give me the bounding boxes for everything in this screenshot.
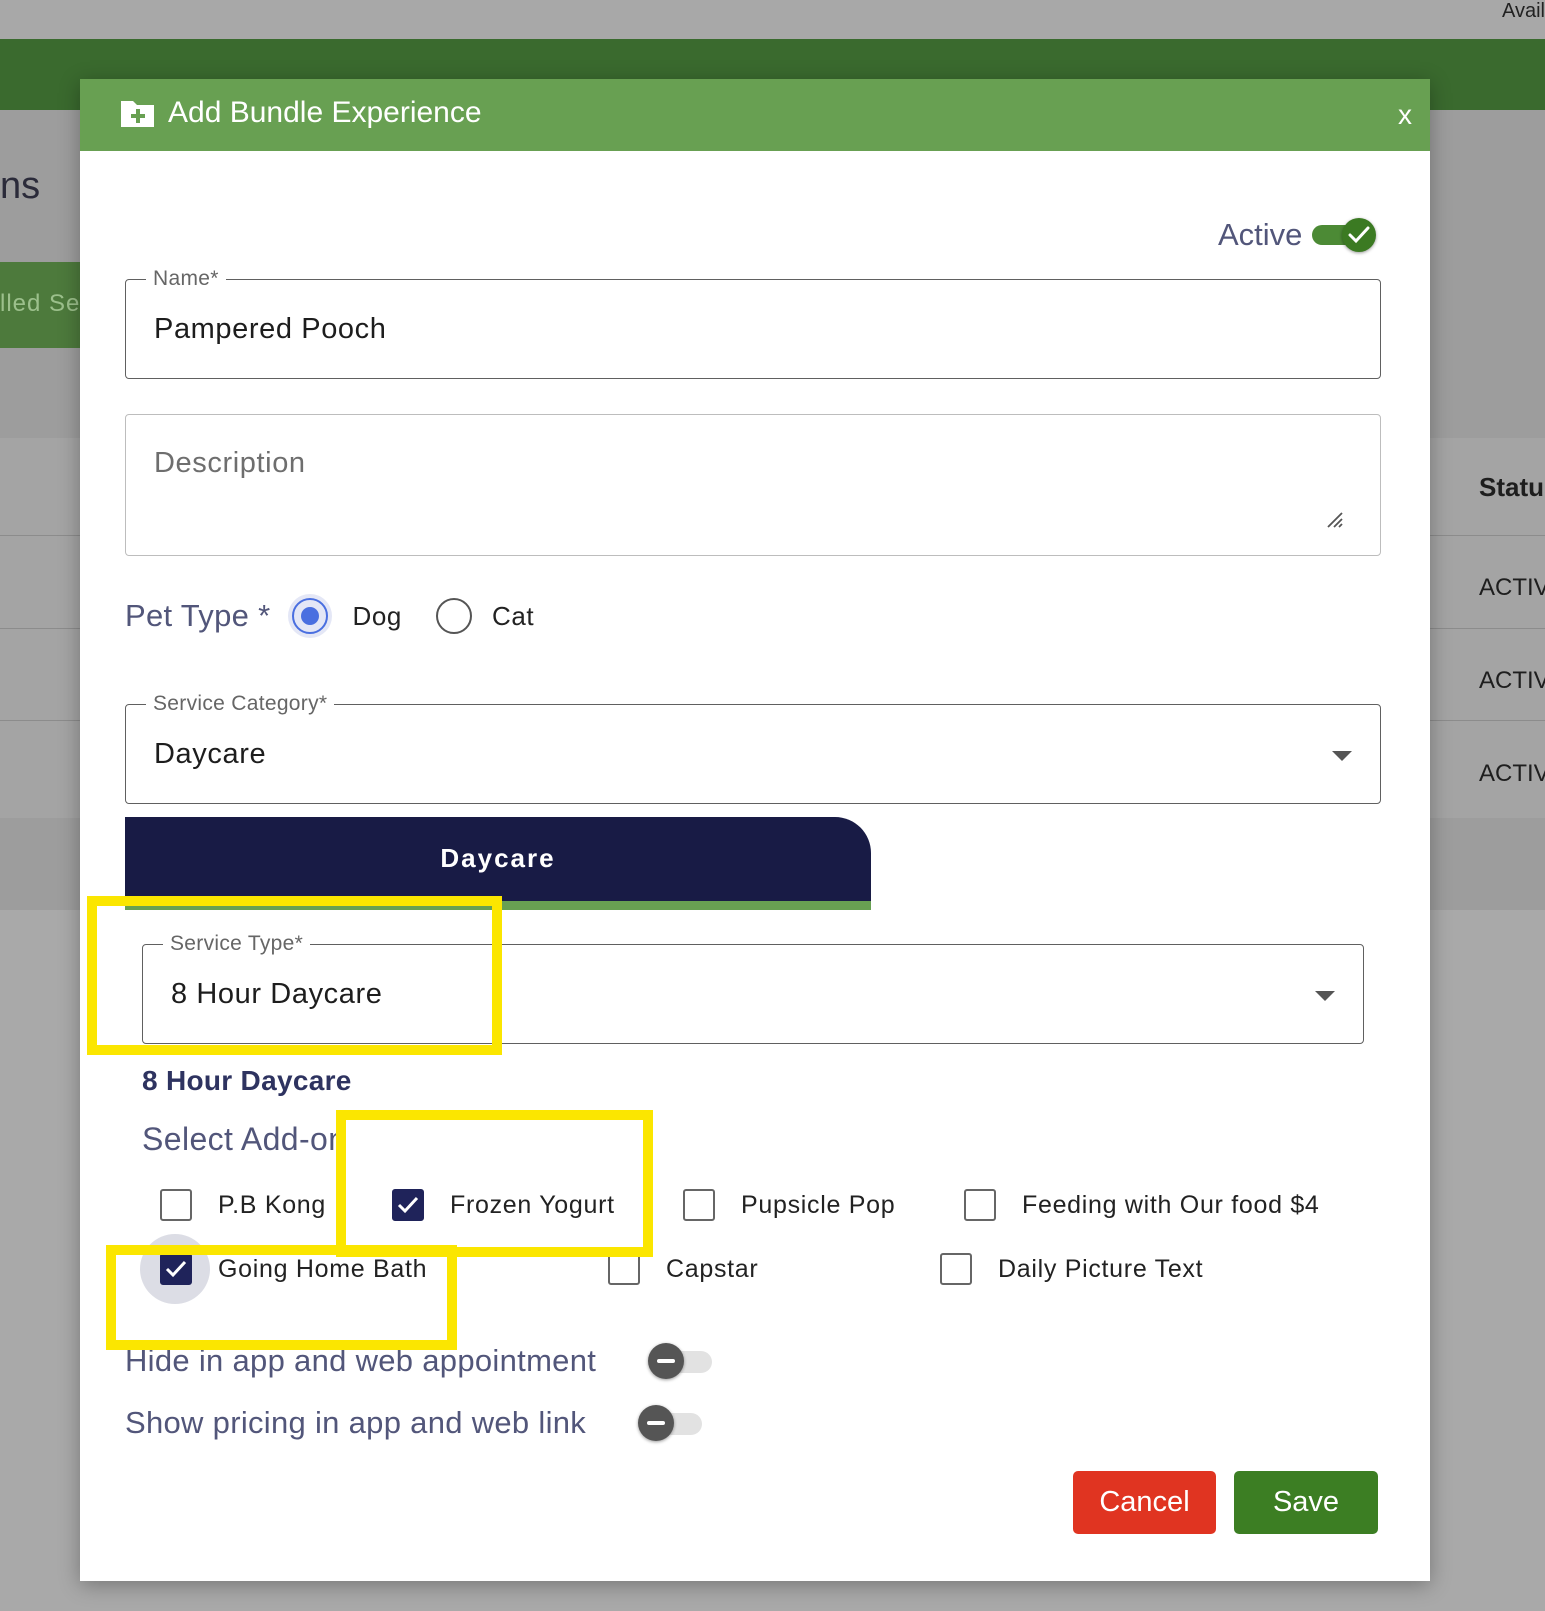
checkbox[interactable]: [683, 1189, 715, 1221]
toggle-knob: [638, 1405, 675, 1441]
hide-in-app-toggle[interactable]: [648, 1341, 714, 1381]
radio-dog-halo: [288, 594, 333, 638]
active-toggle-group: Active: [1218, 217, 1378, 253]
service-type-title: 8 Hour Daycare: [142, 1065, 352, 1096]
checkbox[interactable]: [160, 1189, 192, 1221]
highlight-box: [336, 1110, 653, 1257]
addon-capstar[interactable]: Capstar: [608, 1253, 758, 1285]
name-field[interactable]: Name* Pampered Pooch: [125, 267, 1381, 379]
checkbox[interactable]: [964, 1189, 996, 1221]
toggle-knob: [648, 1343, 685, 1379]
name-field-label: Name*: [146, 267, 226, 291]
addon-label: P.B Kong: [218, 1190, 327, 1219]
pet-type-group: Pet Type * Dog Cat: [125, 594, 568, 638]
addon-feeding-our-food[interactable]: Feeding with Our food $4: [964, 1189, 1320, 1221]
toggle-knob: [1342, 218, 1377, 252]
background-topbar: Avail: [0, 0, 1545, 39]
radio-cat[interactable]: [435, 598, 472, 634]
active-label: Active: [1218, 217, 1303, 252]
addon-label: Capstar: [666, 1254, 759, 1283]
service-category-label: Service Category*: [146, 692, 335, 716]
tab-daycare-label: Daycare: [440, 843, 556, 873]
radio-cat-label[interactable]: Cat: [492, 601, 534, 632]
addon-label: Feeding with Our food $4: [1022, 1190, 1320, 1219]
addon-label: Daily Picture Text: [998, 1254, 1204, 1283]
background-page-heading: ns: [0, 165, 41, 207]
show-pricing-toggle[interactable]: [638, 1403, 704, 1443]
service-category-value: Daycare: [154, 738, 267, 770]
radio-dog-label[interactable]: Dog: [352, 601, 402, 632]
dialog-title: Add Bundle Experience: [168, 96, 482, 129]
active-toggle[interactable]: [1312, 218, 1378, 252]
chevron-down-icon: [1315, 991, 1335, 1001]
background-availability-text: Avail: [1502, 0, 1545, 22]
table-status-cell: ACTIVE: [1479, 667, 1545, 694]
resize-handle-icon[interactable]: [1326, 511, 1344, 529]
check-icon: [1348, 226, 1370, 244]
close-button[interactable]: x: [1398, 99, 1412, 131]
checkbox[interactable]: [608, 1253, 640, 1285]
table-status-header: Status: [1479, 472, 1545, 502]
dialog-header: Add Bundle Experience x: [80, 79, 1430, 151]
add-bundle-dialog: Add Bundle Experience x Active Name* Pam…: [80, 79, 1430, 1581]
tab-daycare[interactable]: Daycare: [125, 817, 871, 901]
addon-daily-picture-text[interactable]: Daily Picture Text: [940, 1253, 1203, 1285]
background-tab[interactable]: lled Se: [0, 262, 80, 348]
pet-type-label: Pet Type *: [125, 598, 271, 633]
cancel-button[interactable]: Cancel: [1073, 1471, 1216, 1534]
table-status-cell: ACTIVE: [1479, 574, 1545, 601]
addon-pupsicle-pop[interactable]: Pupsicle Pop: [683, 1189, 895, 1221]
name-input[interactable]: Pampered Pooch: [154, 313, 386, 346]
addon-pb-kong[interactable]: P.B Kong: [160, 1189, 326, 1221]
show-pricing-label: Show pricing in app and web link: [125, 1405, 587, 1440]
addon-label: Pupsicle Pop: [741, 1190, 896, 1219]
checkbox[interactable]: [940, 1253, 972, 1285]
show-pricing-row: Show pricing in app and web link: [125, 1403, 704, 1443]
radio-dog[interactable]: [292, 598, 329, 634]
chevron-down-icon: [1332, 751, 1352, 761]
description-field[interactable]: Description: [125, 414, 1381, 556]
highlight-box: [106, 1245, 457, 1350]
select-addon-label: Select Add-on: [142, 1121, 347, 1157]
save-button[interactable]: Save: [1234, 1471, 1378, 1534]
service-category-select[interactable]: Service Category* Daycare: [125, 692, 1381, 804]
table-status-cell: ACTIVE: [1479, 760, 1545, 787]
folder-add-icon: [121, 101, 154, 127]
highlight-box: [87, 896, 502, 1055]
description-placeholder: Description: [154, 447, 306, 479]
